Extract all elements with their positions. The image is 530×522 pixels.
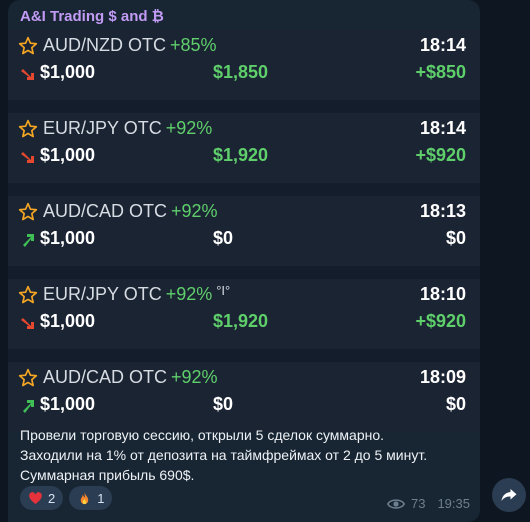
trade-card: AUD/NZD OTC +85% 18:14 $1,000 $1,850 +$850 <box>8 30 480 100</box>
trade-payout: $1,920 <box>213 145 269 165</box>
arrow-down-icon <box>21 69 34 80</box>
trade-time: 18:09 <box>419 367 466 387</box>
share-button[interactable] <box>492 478 526 512</box>
pair-name: AUD/NZD OTC <box>43 35 166 55</box>
message-time: 19:35 <box>437 496 470 511</box>
message-meta: 73 19:35 <box>386 496 470 511</box>
trade-stake: $1,000 <box>40 394 96 414</box>
views-count: 73 <box>410 496 426 511</box>
trade-stake: $1,000 <box>40 62 96 82</box>
reactions-bar: 2 1 <box>20 486 113 510</box>
trade-time: 18:13 <box>419 201 466 221</box>
trade-pair: EUR/JPY OTC +92% <box>43 118 212 139</box>
pair-name: EUR/JPY OTC <box>43 118 162 138</box>
star-icon[interactable] <box>18 202 38 222</box>
reaction-count: 2 <box>48 490 56 506</box>
trade-pair: EUR/JPY OTC +92% °I° <box>43 283 231 305</box>
caption-line: Суммарная прибыль 690$. <box>20 467 195 483</box>
eye-icon <box>386 498 405 509</box>
trade-payout: $0 <box>213 394 234 414</box>
trades-image[interactable]: AUD/NZD OTC +85% 18:14 $1,000 $1,850 +$850 EUR… <box>8 30 480 432</box>
reaction-count: 1 <box>97 490 105 506</box>
pair-name: EUR/JPY OTC <box>43 284 162 304</box>
trade-profit: +$920 <box>415 311 466 331</box>
arrow-down-icon <box>21 318 34 329</box>
payout-percent: +92% <box>165 118 213 138</box>
caption-line: Заходили на 1% от депозита на таймфрейма… <box>20 447 428 463</box>
star-icon[interactable] <box>18 119 38 139</box>
channel-title[interactable]: A&I Trading $ and ₿ <box>20 8 164 25</box>
star-icon[interactable] <box>18 36 38 56</box>
trade-pair: AUD/CAD OTC +92% <box>43 367 218 388</box>
pair-name: AUD/CAD OTC <box>43 201 168 221</box>
payout-percent: +92% <box>165 284 213 304</box>
arrow-up-icon <box>23 400 34 413</box>
trade-profit: $0 <box>445 394 466 414</box>
trade-card: EUR/JPY OTC +92% °I° 18:10 $1,000 $1,920 +$920 <box>8 279 480 349</box>
message-caption: Провели торговую сессию, открыли 5 сдело… <box>20 425 470 485</box>
trade-profit: +$850 <box>415 62 466 82</box>
share-arrow-icon <box>501 489 517 501</box>
trade-marker: °I° <box>216 283 231 298</box>
message-bubble: A&I Trading $ and ₿ AUD/NZD OTC +85% 18:14… <box>8 0 480 522</box>
trade-payout: $1,920 <box>213 311 269 331</box>
payout-percent: +92% <box>171 201 218 221</box>
trade-stake: $1,000 <box>40 311 96 331</box>
reaction-fire[interactable]: 1 <box>69 486 113 510</box>
trade-stake: $1,000 <box>40 145 96 165</box>
star-icon[interactable] <box>18 368 38 388</box>
caption-line: Провели торговую сессию, открыли 5 сдело… <box>20 427 385 443</box>
arrow-down-icon <box>21 152 34 163</box>
trade-profit: +$920 <box>415 145 466 165</box>
trade-payout: $1,850 <box>213 62 269 82</box>
trade-stake: $1,000 <box>40 228 96 248</box>
trade-time: 18:14 <box>419 35 466 55</box>
reaction-heart[interactable]: 2 <box>20 486 64 510</box>
heart-icon <box>29 491 42 504</box>
trade-card: AUD/CAD OTC +92% 18:09 $1,000 $0 $0 <box>8 362 480 432</box>
trade-card: EUR/JPY OTC +92% 18:14 $1,000 $1,920 +$920 <box>8 113 480 183</box>
trade-payout: $0 <box>213 228 234 248</box>
trade-time: 18:10 <box>419 284 466 304</box>
payout-percent: +92% <box>171 367 218 387</box>
trade-pair: AUD/CAD OTC +92% <box>43 201 218 222</box>
fire-icon <box>80 491 89 504</box>
pair-name: AUD/CAD OTC <box>43 367 168 387</box>
payout-percent: +85% <box>170 35 217 55</box>
trade-card: AUD/CAD OTC +92% 18:13 $1,000 $0 $0 <box>8 196 480 266</box>
trade-time: 18:14 <box>419 118 466 138</box>
arrow-up-icon <box>23 234 34 247</box>
star-icon[interactable] <box>18 285 38 305</box>
trade-pair: AUD/NZD OTC +85% <box>43 35 217 56</box>
trade-profit: $0 <box>445 228 466 248</box>
